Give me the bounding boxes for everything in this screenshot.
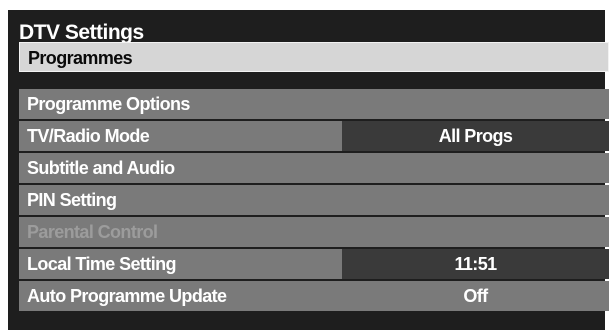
menu-item-label: Parental Control: [27, 222, 158, 242]
menu-item-auto-programme-update[interactable]: Auto Programme Update Off: [19, 281, 609, 311]
menu-item-pin-setting[interactable]: PIN Setting: [19, 185, 609, 215]
menu-item-programmes[interactable]: Programmes: [19, 42, 609, 72]
menu-item-programme-options[interactable]: Programme Options: [19, 89, 609, 119]
local-time-value[interactable]: 11:51: [342, 249, 609, 279]
menu-item-label: Programme Options: [27, 94, 190, 114]
menu-item-label: TV/Radio Mode: [27, 126, 150, 146]
menu-item-label: Local Time Setting: [27, 254, 177, 274]
menu-item-parental-control: Parental Control: [19, 217, 609, 247]
dtv-settings-panel: DTV Settings Programmes Programme Option…: [8, 10, 609, 330]
menu-item-label: PIN Setting: [27, 190, 117, 210]
auto-programme-update-value[interactable]: Off: [342, 281, 609, 311]
menu-item-label: Programmes: [28, 48, 133, 68]
menu-item-local-time-setting[interactable]: Local Time Setting 11:51: [19, 249, 609, 279]
menu-item-tv-radio-mode[interactable]: TV/Radio Mode All Progs: [19, 121, 609, 151]
menu-item-subtitle-and-audio[interactable]: Subtitle and Audio: [19, 153, 609, 183]
menu-item-label: Auto Programme Update: [27, 286, 227, 306]
tv-radio-mode-value[interactable]: All Progs: [342, 121, 609, 151]
menu-item-label: Subtitle and Audio: [27, 158, 175, 178]
